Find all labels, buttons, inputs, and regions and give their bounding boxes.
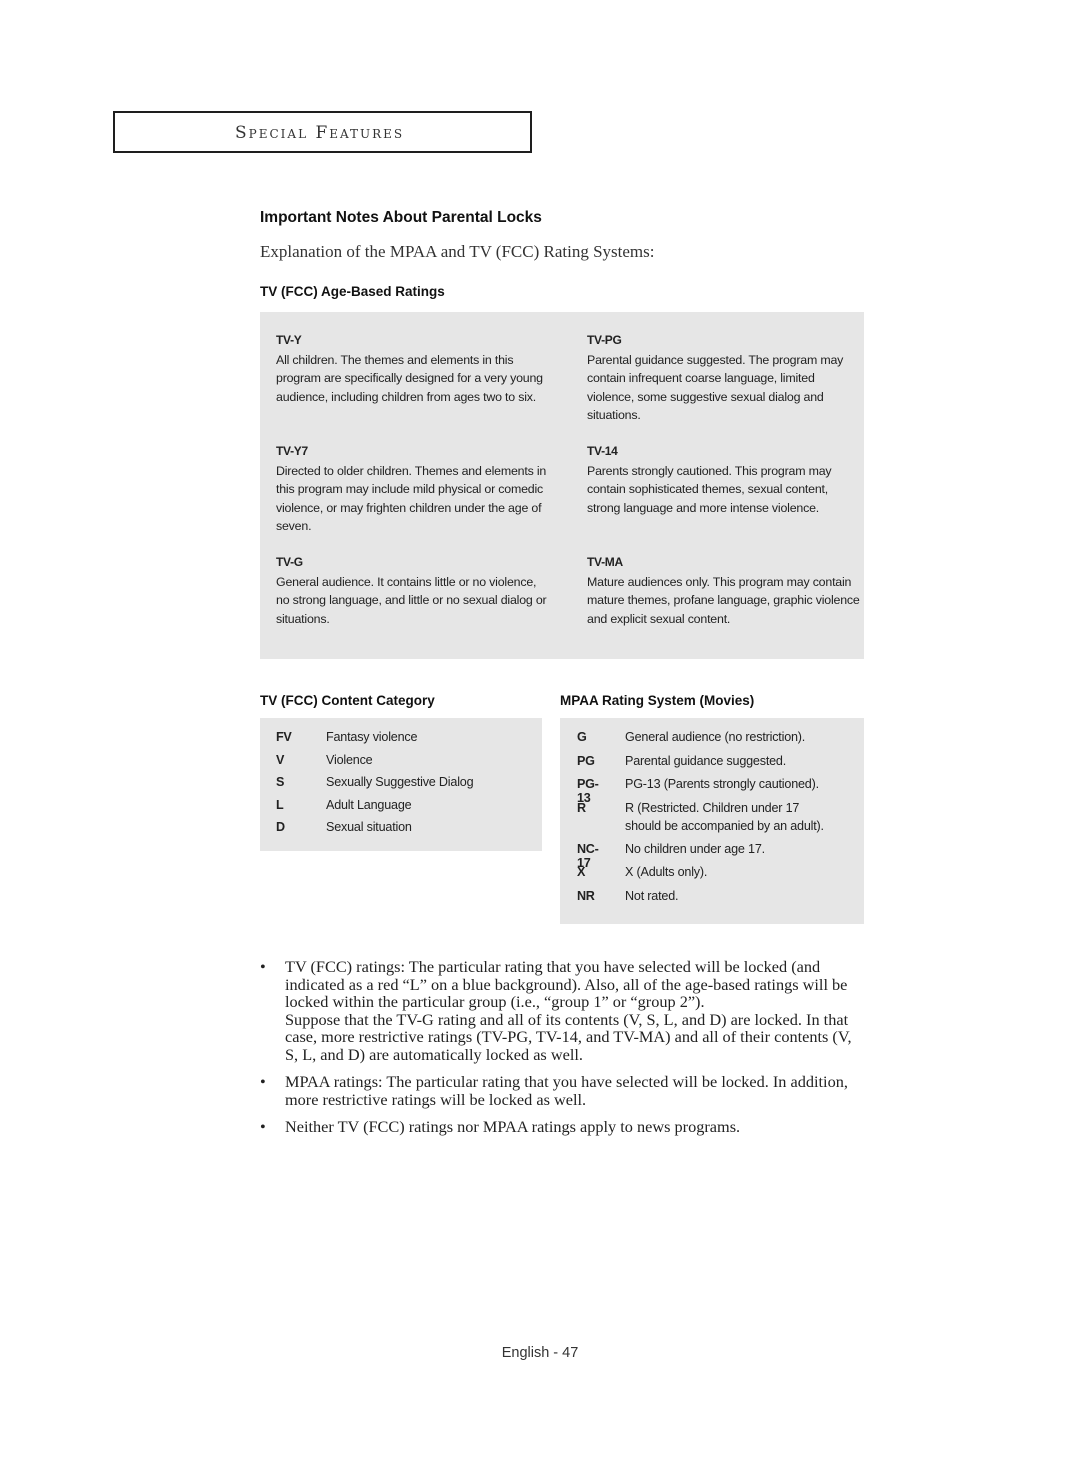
mpaa-ratings-box: G General audience (no restriction). PG Pa… [560, 718, 864, 924]
mpaa-code: G [577, 730, 587, 744]
note-tv-fcc: • TV (FCC) ratings: The particular ratin… [258, 958, 858, 1063]
section-header-box: Special Features [113, 111, 532, 153]
mpaa-description: PG-13 (Parents strongly cautioned). [625, 777, 819, 791]
rating-code: TV-PG [587, 333, 622, 347]
rating-tv-pg: TV-PG Parental guidance suggested. The p… [587, 331, 862, 425]
content-category-heading: TV (FCC) Content Category [260, 693, 435, 708]
bullet-icon: • [260, 1117, 266, 1136]
rating-code: TV-Y [276, 333, 302, 347]
mpaa-description: General audience (no restriction). [625, 730, 806, 744]
category-description: Sexual situation [326, 820, 412, 834]
bullet-icon: • [260, 1072, 266, 1091]
rating-tv-ma: TV-MA Mature audiences only. This progra… [587, 553, 862, 628]
rating-description: General audience. It contains little or … [276, 574, 547, 626]
bullet-icon: • [260, 957, 266, 976]
page-subtitle: Explanation of the MPAA and TV (FCC) Rat… [260, 242, 655, 261]
mpaa-description: No children under age 17. [625, 841, 765, 856]
mpaa-code: PG [577, 753, 595, 768]
rating-description: Parents strongly cautioned. This program… [587, 463, 832, 515]
page-title: Important Notes About Parental Locks [260, 209, 542, 226]
mpaa-description-continued: should be accompanied by an adult). [625, 818, 824, 833]
mpaa-description: X (Adults only). [625, 865, 708, 879]
note-news: • Neither TV (FCC) ratings nor MPAA rati… [258, 1118, 858, 1136]
category-code: D [276, 820, 285, 834]
category-code: S [276, 775, 285, 789]
category-description: Sexually Suggestive Dialog [326, 775, 474, 789]
rating-tv-g: TV-G General audience. It contains littl… [276, 553, 551, 628]
mpaa-code: X [577, 865, 586, 879]
mpaa-code: NR [577, 888, 595, 903]
note-text: MPAA ratings: The particular rating that… [285, 1072, 848, 1109]
mpaa-description: R (Restricted. Children under 17 [625, 800, 800, 815]
rating-tv-14: TV-14 Parents strongly cautioned. This p… [587, 442, 862, 517]
category-description: Adult Language [326, 797, 412, 812]
category-code: FV [276, 730, 292, 744]
rating-code: TV-G [276, 555, 303, 569]
rating-tv-y: TV-Y All children. The themes and elemen… [276, 331, 551, 406]
rating-description: All children. The themes and elements in… [276, 352, 543, 404]
note-text: Neither TV (FCC) ratings nor MPAA rating… [285, 1117, 741, 1136]
age-based-heading: TV (FCC) Age-Based Ratings [260, 284, 445, 299]
mpaa-code: R [577, 800, 586, 815]
note-text: TV (FCC) ratings: The particular rating … [285, 957, 848, 1011]
rating-code: TV-MA [587, 555, 623, 569]
rating-code: TV-14 [587, 444, 618, 458]
rating-description: Mature audiences only. This program may … [587, 574, 860, 626]
rating-description: Directed to older children. Themes and e… [276, 463, 547, 534]
mpaa-description: Parental guidance suggested. [625, 753, 787, 768]
rating-tv-y7: TV-Y7 Directed to older children. Themes… [276, 442, 551, 536]
rating-code: TV-Y7 [276, 444, 308, 458]
rating-description: Parental guidance suggested. The program… [587, 352, 844, 423]
category-description: Violence [326, 752, 373, 767]
mpaa-heading: MPAA Rating System (Movies) [560, 693, 755, 708]
note-text-continued: Suppose that the TV-G rating and all of … [285, 1009, 852, 1064]
category-description: Fantasy violence [326, 730, 418, 744]
note-mpaa: • MPAA ratings: The particular rating th… [258, 1073, 858, 1108]
category-code: L [276, 797, 284, 812]
page-number: English - 47 [501, 1345, 579, 1361]
category-code: V [276, 752, 285, 767]
section-header: Special Features [235, 123, 405, 143]
content-category-box: FV Fantasy violence V Violence S Sexually S… [260, 718, 542, 851]
notes-list: • TV (FCC) ratings: The particular ratin… [258, 958, 858, 1146]
age-based-ratings-box: TV-Y All children. The themes and elemen… [260, 312, 864, 659]
mpaa-description: Not rated. [625, 888, 679, 903]
